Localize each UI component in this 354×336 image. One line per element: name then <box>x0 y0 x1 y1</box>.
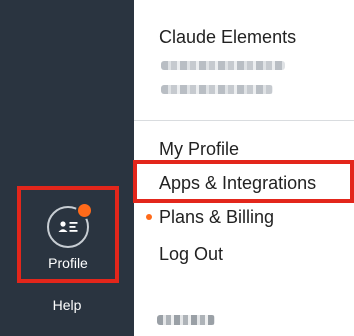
profile-label: Profile <box>48 255 88 271</box>
menu-item-plans-billing[interactable]: Plans & Billing <box>159 207 274 228</box>
sidebar: Profile Help <box>0 0 134 336</box>
redacted-footer-text <box>157 315 215 325</box>
notification-dot <box>76 202 93 219</box>
redacted-account-info <box>161 85 273 94</box>
profile-card-icon <box>58 221 78 232</box>
help-link[interactable]: Help <box>0 297 134 313</box>
menu-divider <box>134 120 354 121</box>
redacted-email <box>161 61 285 70</box>
account-name: Claude Elements <box>159 27 297 47</box>
menu-item-log-out[interactable]: Log Out <box>159 244 223 265</box>
profile-button[interactable]: Profile <box>17 186 119 283</box>
highlight-box <box>133 160 354 203</box>
menu-item-my-profile[interactable]: My Profile <box>159 139 239 160</box>
bullet-dot <box>146 214 152 220</box>
avatar <box>47 202 93 248</box>
